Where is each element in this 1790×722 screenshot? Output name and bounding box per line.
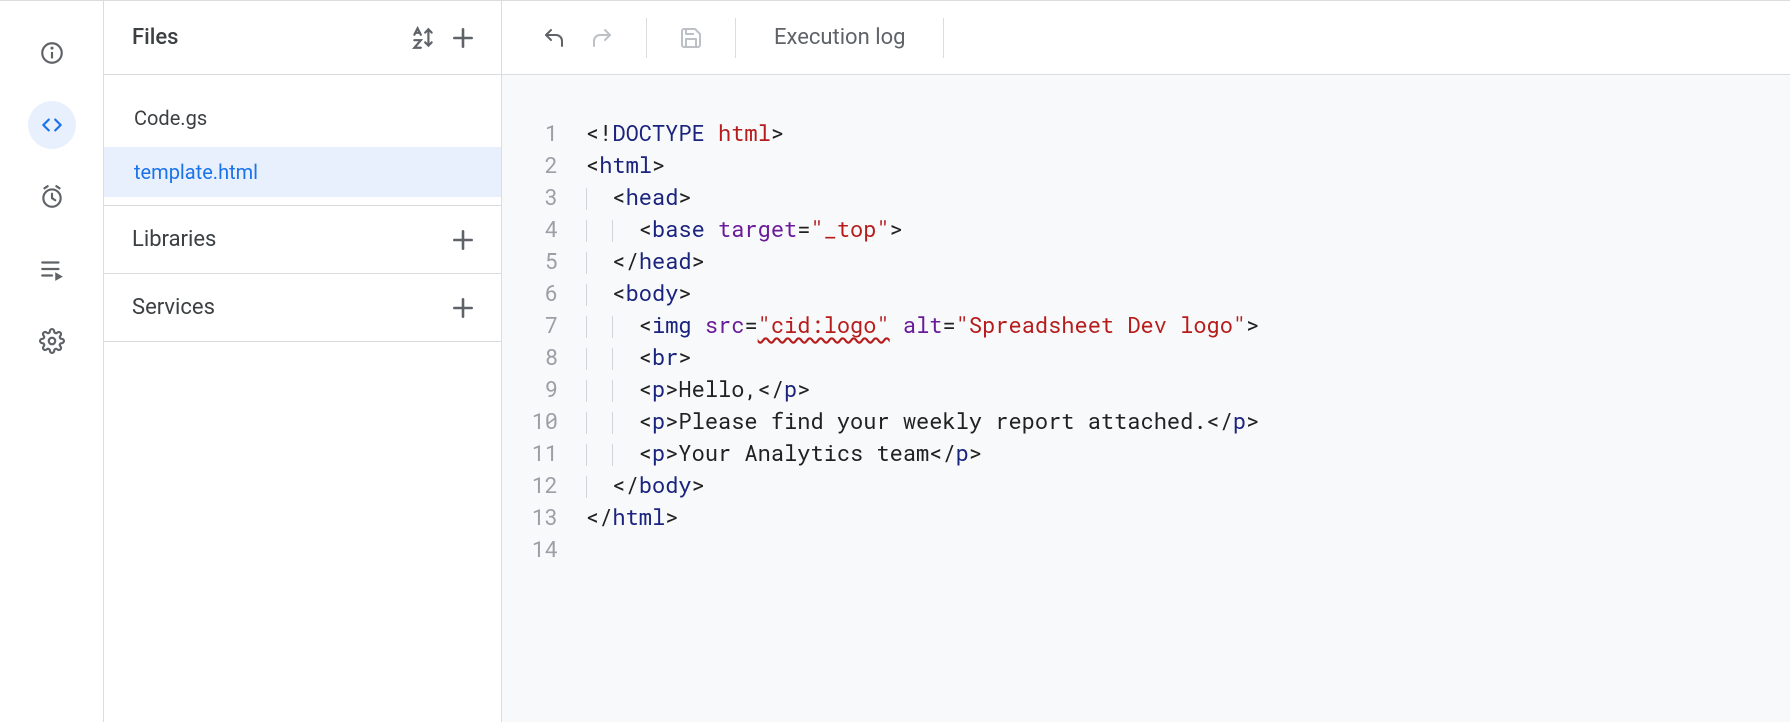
redo-icon[interactable] xyxy=(580,16,624,60)
save-icon[interactable] xyxy=(669,16,713,60)
file-label: Code.gs xyxy=(134,106,207,130)
code-content[interactable]: <base target="_top"> xyxy=(574,213,1790,245)
line-number: 8 xyxy=(502,341,574,373)
code-line[interactable]: 14 xyxy=(502,533,1790,565)
file-row[interactable]: template.html xyxy=(104,147,501,197)
line-number: 5 xyxy=(502,245,574,277)
code-content[interactable]: </body> xyxy=(574,469,1790,501)
code-content[interactable]: <br> xyxy=(574,341,1790,373)
file-list: Code.gs template.html xyxy=(104,75,501,206)
line-number: 4 xyxy=(502,213,574,245)
line-number: 14 xyxy=(502,533,574,565)
file-row[interactable]: Code.gs xyxy=(104,93,501,143)
executions-icon[interactable] xyxy=(28,245,76,293)
line-number: 6 xyxy=(502,277,574,309)
add-file-icon[interactable] xyxy=(443,18,483,58)
code-content[interactable]: <html> xyxy=(574,149,1790,181)
line-number: 11 xyxy=(502,437,574,469)
line-number: 3 xyxy=(502,181,574,213)
settings-icon[interactable] xyxy=(28,317,76,365)
code-content[interactable]: <p>Your Analytics team</p> xyxy=(574,437,1790,469)
code-line[interactable]: 10 <p>Please find your weekly report att… xyxy=(502,405,1790,437)
code-content[interactable]: </head> xyxy=(574,245,1790,277)
info-icon[interactable] xyxy=(28,29,76,77)
code-line[interactable]: 2<html> xyxy=(502,149,1790,181)
code-content[interactable]: <p>Hello,</p> xyxy=(574,373,1790,405)
code-content[interactable]: <p>Please find your weekly report attach… xyxy=(574,405,1790,437)
line-number: 7 xyxy=(502,309,574,341)
code-line[interactable]: 12 </body> xyxy=(502,469,1790,501)
code-line[interactable]: 6 <body> xyxy=(502,277,1790,309)
code-line[interactable]: 8 <br> xyxy=(502,341,1790,373)
code-content[interactable]: <!DOCTYPE html> xyxy=(574,117,1790,149)
line-number: 2 xyxy=(502,149,574,181)
editor-area: Execution log 1<!DOCTYPE html>2<html>3 <… xyxy=(502,1,1790,722)
section-label: Libraries xyxy=(132,227,443,252)
code-editor[interactable]: 1<!DOCTYPE html>2<html>3 <head>4 <base t… xyxy=(502,75,1790,722)
code-line[interactable]: 11 <p>Your Analytics team</p> xyxy=(502,437,1790,469)
code-line[interactable]: 3 <head> xyxy=(502,181,1790,213)
code-line[interactable]: 4 <base target="_top"> xyxy=(502,213,1790,245)
line-number: 10 xyxy=(502,405,574,437)
section-row: Libraries xyxy=(104,206,501,274)
app-root: Files Code.gs template.html Libraries Serv… xyxy=(0,0,1790,722)
files-header: Files xyxy=(104,1,501,75)
line-number: 13 xyxy=(502,501,574,533)
sort-az-icon[interactable] xyxy=(403,18,443,58)
code-line[interactable]: 5 </head> xyxy=(502,245,1790,277)
line-number: 12 xyxy=(502,469,574,501)
add-libraries-icon[interactable] xyxy=(443,220,483,260)
nav-rail xyxy=(0,1,104,722)
undo-icon[interactable] xyxy=(532,16,576,60)
line-number: 9 xyxy=(502,373,574,405)
triggers-icon[interactable] xyxy=(28,173,76,221)
code-line[interactable]: 9 <p>Hello,</p> xyxy=(502,373,1790,405)
code-line[interactable]: 13</html> xyxy=(502,501,1790,533)
line-number: 1 xyxy=(502,117,574,149)
code-content[interactable]: </html> xyxy=(574,501,1790,533)
file-label: template.html xyxy=(134,160,258,184)
files-title: Files xyxy=(132,25,403,50)
code-content[interactable]: <head> xyxy=(574,181,1790,213)
section-label: Services xyxy=(132,295,443,320)
editor-icon[interactable] xyxy=(28,101,76,149)
execution-log-button[interactable]: Execution log xyxy=(758,25,921,50)
editor-toolbar: Execution log xyxy=(502,1,1790,75)
section-row: Services xyxy=(104,274,501,342)
files-sidebar: Files Code.gs template.html Libraries Serv… xyxy=(104,1,502,722)
code-line[interactable]: 1<!DOCTYPE html> xyxy=(502,117,1790,149)
code-line[interactable]: 7 <img src="cid:logo" alt="Spreadsheet D… xyxy=(502,309,1790,341)
code-content[interactable]: <img src="cid:logo" alt="Spreadsheet Dev… xyxy=(574,309,1790,341)
add-services-icon[interactable] xyxy=(443,288,483,328)
code-content[interactable]: <body> xyxy=(574,277,1790,309)
